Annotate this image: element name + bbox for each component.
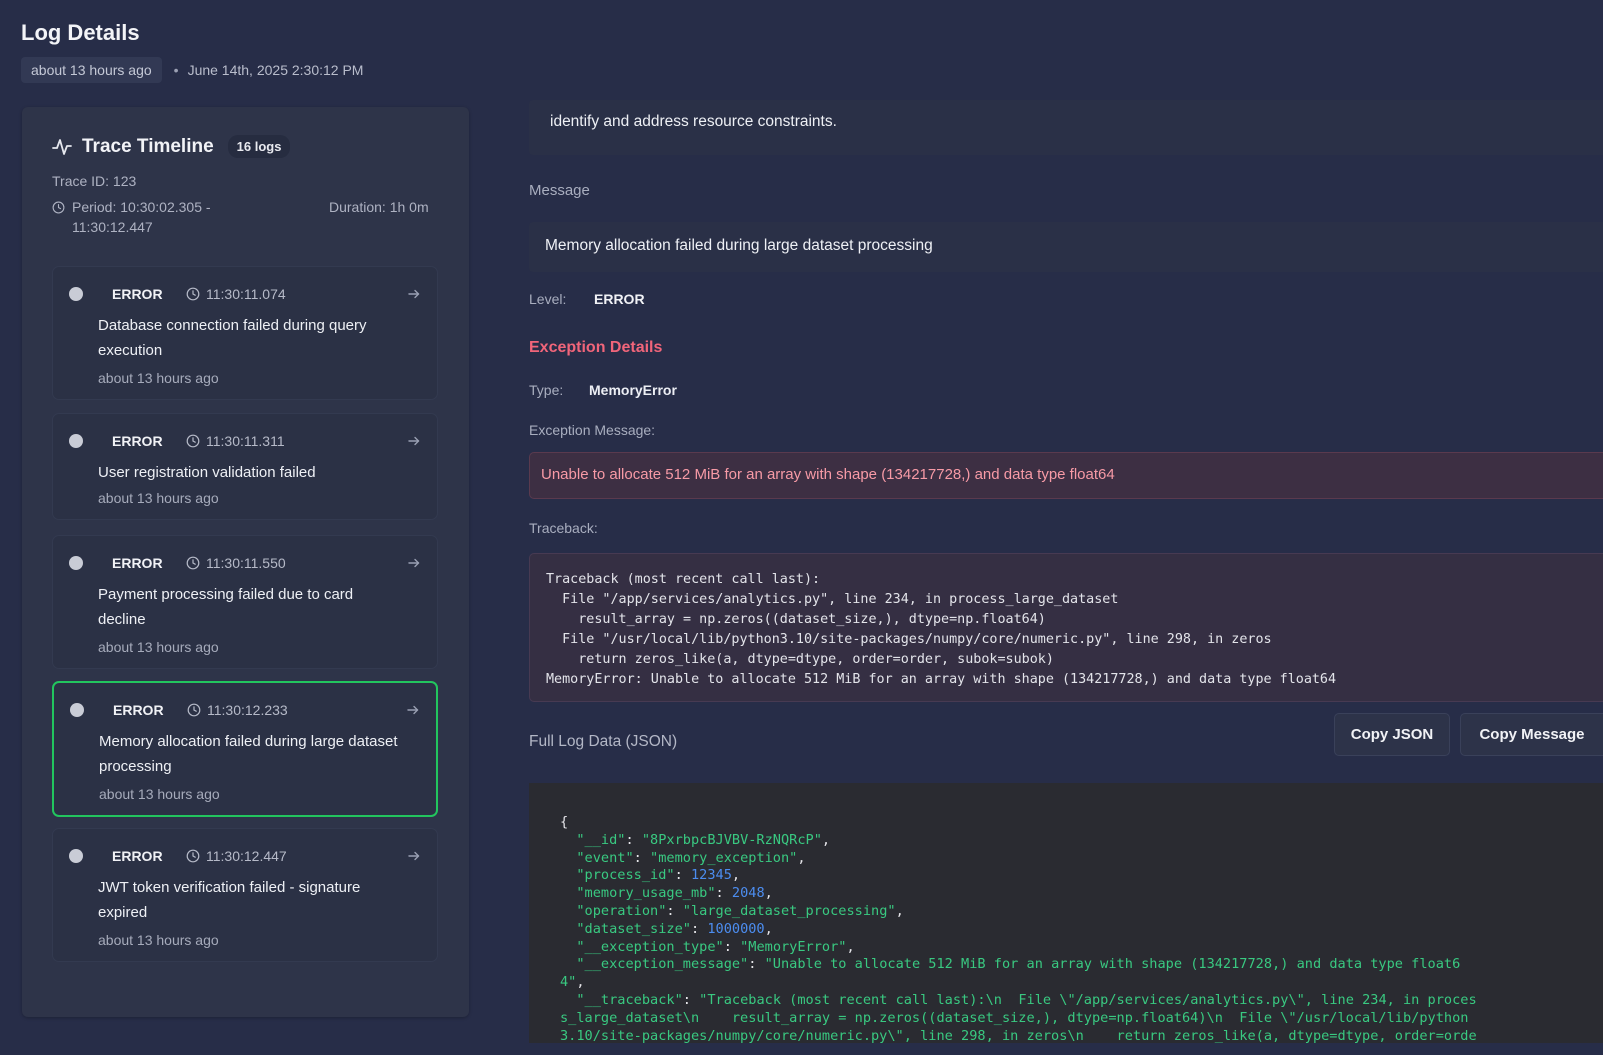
relative-time-badge: about 13 hours ago: [21, 57, 162, 83]
traceback-box[interactable]: Traceback (most recent call last): File …: [529, 553, 1603, 702]
log-relative-time: about 13 hours ago: [98, 639, 219, 655]
log-time-text: 11:30:11.311: [206, 433, 285, 449]
log-time: 11:30:11.074: [186, 286, 286, 302]
traceback-label: Traceback:: [529, 520, 598, 536]
log-details-page: Log Details about 13 hours ago • June 14…: [0, 0, 1603, 1055]
arrow-right-icon[interactable]: [407, 434, 421, 448]
trace-log-item[interactable]: ERROR 11:30:12.447 JWT token verification …: [52, 828, 438, 962]
level-value: ERROR: [594, 291, 645, 307]
absolute-timestamp: June 14th, 2025 2:30:12 PM: [187, 62, 364, 78]
log-relative-time: about 13 hours ago: [99, 786, 220, 802]
log-meta: about 13 hours ago • June 14th, 2025 2:3…: [21, 57, 363, 83]
copy-message-button[interactable]: Copy Message: [1460, 713, 1603, 756]
status-dot-icon: [69, 556, 83, 570]
trace-timeline-title: Trace Timeline: [82, 135, 214, 157]
copy-json-button[interactable]: Copy JSON: [1334, 713, 1450, 756]
log-level: ERROR: [112, 286, 163, 302]
log-message: Database connection failed during query …: [98, 317, 367, 359]
log-level: ERROR: [112, 433, 163, 449]
log-count-badge: 16 logs: [227, 135, 291, 158]
log-message: User registration validation failed: [98, 464, 316, 481]
arrow-right-icon[interactable]: [407, 849, 421, 863]
clock-icon: [186, 556, 200, 570]
exception-type-label: Type:: [529, 382, 564, 398]
trace-timeline-panel: Trace Timeline 16 logs Trace ID: 123 Per…: [22, 107, 469, 1017]
log-level: ERROR: [112, 555, 163, 571]
json-content: { "__id": "8PxrbpcBJVBV-RzNQRcP", "event…: [560, 814, 1477, 1043]
clock-icon: [52, 201, 65, 214]
arrow-right-icon[interactable]: [407, 556, 421, 570]
log-time-text: 11:30:11.550: [206, 555, 286, 571]
trace-id: Trace ID: 123: [52, 173, 137, 189]
log-time: 11:30:12.233: [187, 702, 288, 718]
trace-log-item[interactable]: ERROR 11:30:12.233 Memory allocation faile…: [52, 681, 438, 817]
trace-duration: Duration: 1h 0m: [329, 199, 429, 215]
log-level: ERROR: [113, 702, 164, 718]
log-relative-time: about 13 hours ago: [98, 490, 219, 506]
description-text: identify and address resource constraint…: [550, 113, 837, 130]
log-message: Payment processing failed due to card de…: [98, 586, 354, 628]
traceback-text: Traceback (most recent call last): File …: [546, 572, 1337, 687]
log-time: 11:30:12.447: [186, 848, 287, 864]
log-message: JWT token verification failed - signatur…: [98, 879, 361, 921]
exception-type-value: MemoryError: [589, 382, 677, 398]
message-box: Memory allocation failed during large da…: [529, 222, 1603, 272]
log-time-text: 11:30:11.074: [206, 286, 286, 302]
trace-log-item[interactable]: ERROR 11:30:11.074 Database connection fai…: [52, 266, 438, 400]
json-viewer[interactable]: { "__id": "8PxrbpcBJVBV-RzNQRcP", "event…: [529, 783, 1603, 1043]
log-detail-panel: identify and address resource constraint…: [529, 100, 1603, 1055]
status-dot-icon: [69, 287, 83, 301]
exception-message-label: Exception Message:: [529, 422, 656, 438]
clock-icon: [186, 849, 200, 863]
log-time: 11:30:11.311: [186, 433, 285, 449]
log-time-text: 11:30:12.233: [207, 702, 288, 718]
clock-icon: [186, 434, 200, 448]
exception-details-heading: Exception Details: [529, 339, 663, 356]
exception-message-box: Unable to allocate 512 MiB for an array …: [529, 452, 1603, 499]
page-title: Log Details: [21, 20, 140, 45]
log-level: ERROR: [112, 848, 163, 864]
exception-message-text: Unable to allocate 512 MiB for an array …: [541, 466, 1115, 483]
status-dot-icon: [69, 849, 83, 863]
log-message: Memory allocation failed during large da…: [99, 733, 398, 775]
trace-period: Period: 10:30:02.305 - 11:30:12.447: [52, 197, 240, 237]
meta-separator: •: [173, 62, 179, 78]
trace-period-text: Period: 10:30:02.305 - 11:30:12.447: [72, 199, 211, 235]
trace-timeline-header: Trace Timeline 16 logs: [52, 135, 291, 158]
log-relative-time: about 13 hours ago: [98, 932, 219, 948]
trace-log-item[interactable]: ERROR 11:30:11.311 User registration valid…: [52, 413, 438, 520]
arrow-right-icon[interactable]: [407, 287, 421, 301]
clock-icon: [187, 703, 201, 717]
pulse-icon: [52, 138, 72, 155]
level-label: Level:: [529, 291, 567, 307]
log-relative-time: about 13 hours ago: [98, 370, 219, 386]
clock-icon: [186, 287, 200, 301]
status-dot-icon: [69, 434, 83, 448]
log-time-text: 11:30:12.447: [206, 848, 287, 864]
log-time: 11:30:11.550: [186, 555, 286, 571]
message-text: Memory allocation failed during large da…: [545, 237, 933, 254]
trace-log-item[interactable]: ERROR 11:30:11.550 Payment processing fail…: [52, 535, 438, 669]
json-section-label: Full Log Data (JSON): [529, 733, 678, 750]
status-dot-icon: [70, 703, 84, 717]
message-label: Message: [529, 182, 590, 199]
arrow-right-icon[interactable]: [406, 703, 420, 717]
description-box: identify and address resource constraint…: [529, 100, 1603, 155]
